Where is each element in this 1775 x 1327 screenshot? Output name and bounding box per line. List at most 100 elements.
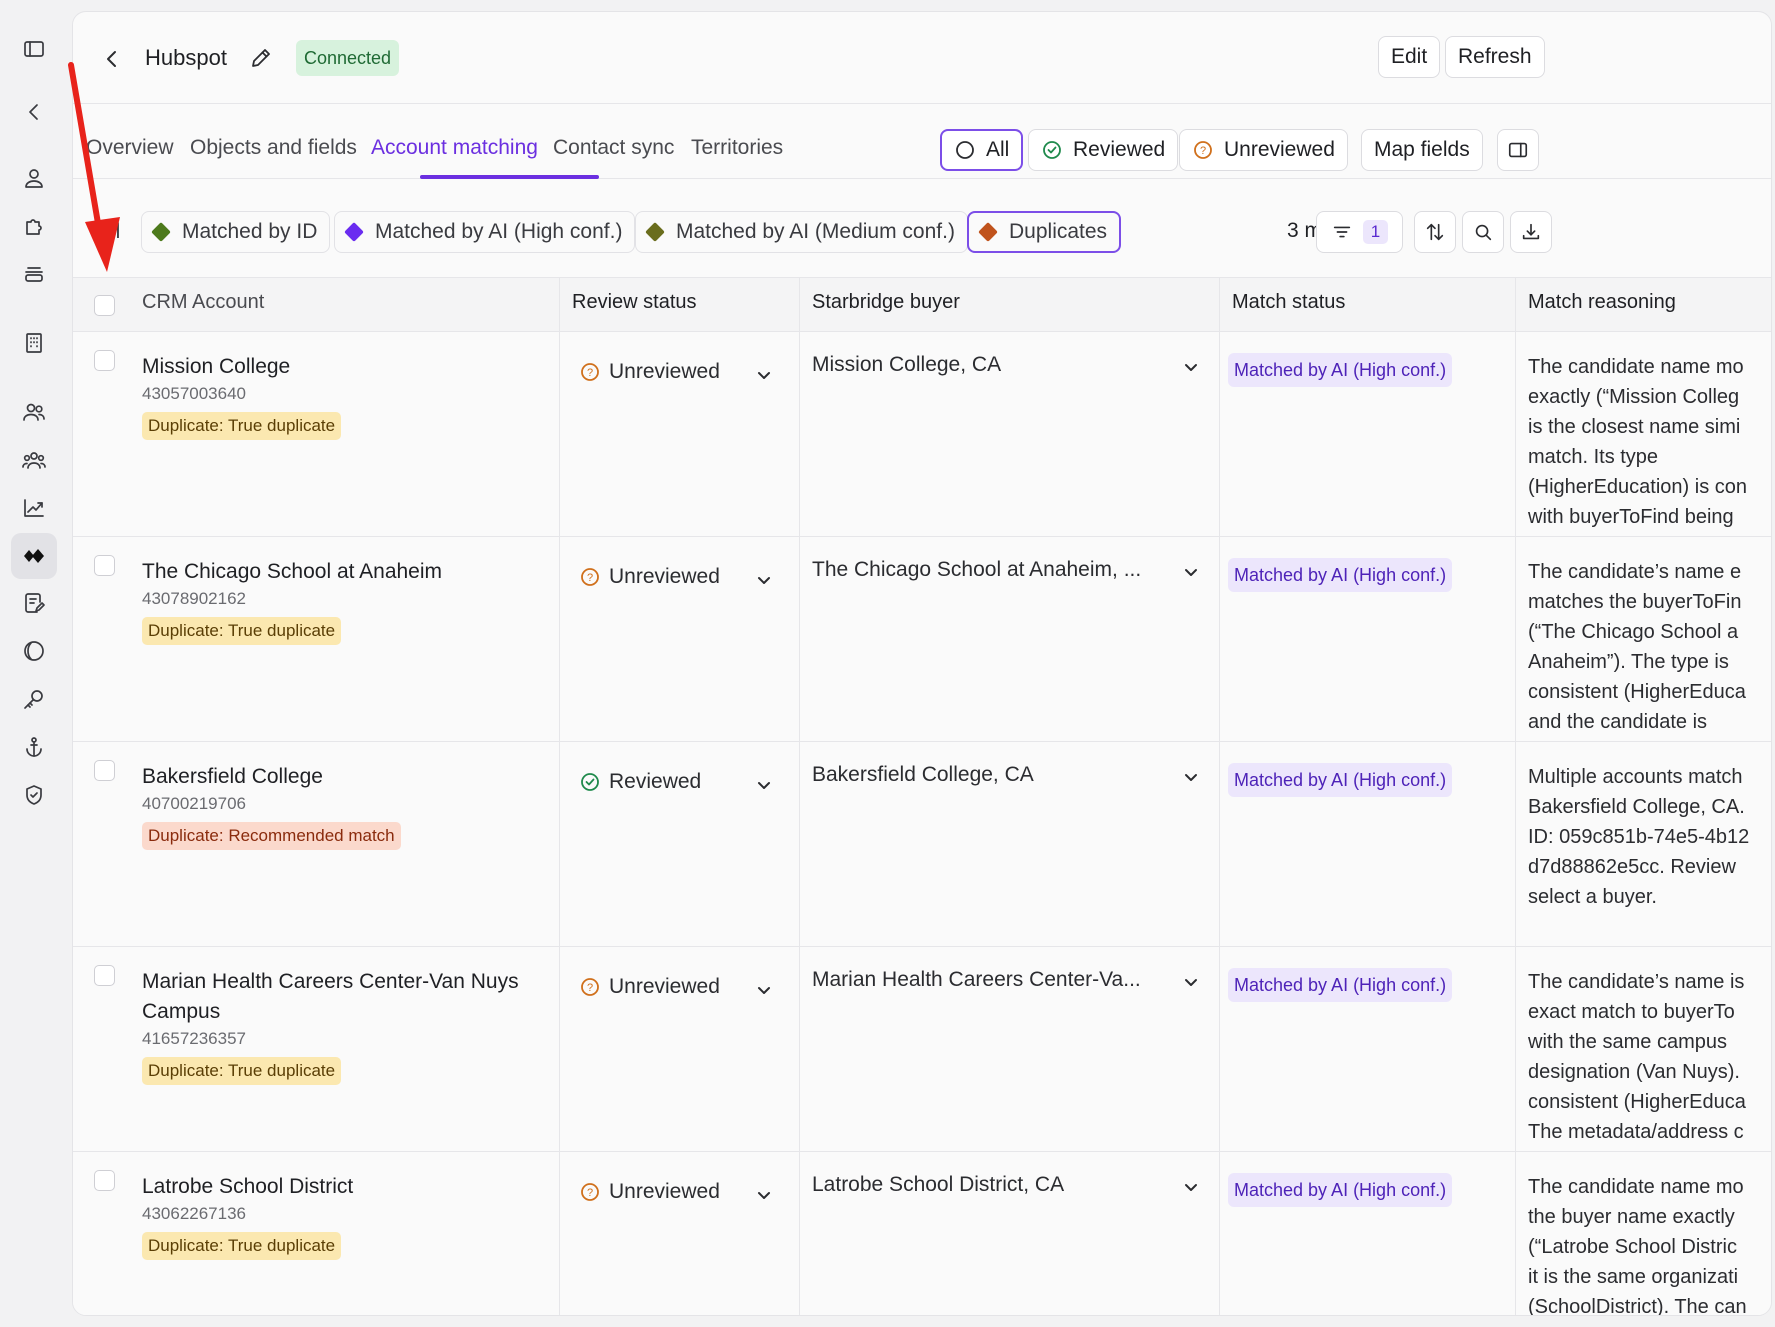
review-filter-all[interactable]: All (940, 129, 1024, 171)
tab-account-matching[interactable]: Account matching (371, 136, 538, 160)
row-checkbox[interactable] (94, 1170, 115, 1191)
chevron-down-icon[interactable] (1183, 1179, 1199, 1195)
crm-account-cell: Mission College 43057003640 Duplicate: Tru… (142, 352, 542, 440)
table-row[interactable]: Marian Health Careers Center-Van Nuys Ca… (73, 947, 1771, 1152)
review-status-dropdown[interactable]: Reviewed (579, 770, 701, 794)
match-filter-duplicates[interactable]: Duplicates (967, 211, 1122, 253)
globe-icon[interactable] (11, 628, 57, 674)
filter-button[interactable]: 1 (1316, 211, 1403, 253)
review-status-dropdown[interactable]: ? Unreviewed (579, 1180, 720, 1204)
download-button[interactable] (1510, 211, 1552, 253)
match-filter-label: Matched by ID (182, 220, 318, 243)
row-checkbox[interactable] (94, 760, 115, 781)
column-header-review-status[interactable]: Review status (572, 291, 697, 314)
chevron-down-icon[interactable] (1183, 359, 1199, 375)
layers-icon[interactable] (11, 251, 57, 297)
panel-toggle-button[interactable] (1497, 129, 1539, 171)
sidebar-toggle-icon[interactable] (11, 26, 57, 72)
building-icon[interactable] (11, 320, 57, 366)
collapse-chevron-icon[interactable] (11, 89, 57, 135)
tab-objects-and-fields[interactable]: Objects and fields (190, 136, 357, 160)
chevron-down-icon[interactable] (1183, 769, 1199, 785)
table-row[interactable]: The Chicago School at Anaheim 43078902162… (73, 537, 1771, 742)
starbridge-buyer-select[interactable]: Bakersfield College, CA (812, 763, 1034, 787)
trending-chart-icon[interactable] (11, 485, 57, 531)
account-name[interactable]: Marian Health Careers Center-Van Nuys Ca… (142, 967, 542, 1027)
match-filter-ai-medium[interactable]: Matched by AI (Medium conf.) (635, 211, 968, 253)
question-circle-icon: ? (1194, 141, 1212, 159)
table-header: CRM Account Review status Starbridge buy… (73, 277, 1771, 332)
review-status-dropdown[interactable]: ? Unreviewed (579, 975, 720, 999)
select-all-checkbox[interactable] (94, 295, 115, 316)
account-name[interactable]: Latrobe School District (142, 1172, 542, 1202)
tab-contact-sync[interactable]: Contact sync (553, 136, 674, 160)
review-status-label: Unreviewed (609, 975, 720, 998)
starbridge-buyer-select[interactable]: Latrobe School District, CA (812, 1173, 1064, 1197)
column-header-starbridge-buyer[interactable]: Starbridge buyer (812, 291, 960, 314)
match-filter-ai-high[interactable]: Matched by AI (High conf.) (334, 211, 636, 253)
table-row[interactable]: Latrobe School District 43062267136 Duplic… (73, 1152, 1771, 1316)
column-header-match-status[interactable]: Match status (1232, 291, 1345, 314)
review-filter-unreviewed[interactable]: ? Unreviewed (1179, 129, 1348, 171)
column-header-crm-account[interactable]: CRM Account (142, 291, 264, 314)
sort-button[interactable] (1414, 211, 1456, 253)
account-matching-icon[interactable] (11, 533, 57, 579)
starbridge-buyer-select[interactable]: The Chicago School at Anaheim, ... (812, 558, 1141, 582)
map-fields-button[interactable]: Map fields (1361, 129, 1483, 171)
account-name[interactable]: Mission College (142, 352, 542, 382)
map-fields-label: Map fields (1374, 138, 1470, 161)
chevron-down-icon[interactable] (756, 367, 772, 383)
account-name[interactable]: The Chicago School at Anaheim (142, 557, 542, 587)
match-filter-label: All (97, 220, 121, 243)
edit-button[interactable]: Edit (1378, 36, 1441, 78)
review-status-dropdown[interactable]: ? Unreviewed (579, 565, 720, 589)
table-row[interactable]: Mission College 43057003640 Duplicate: Tru… (73, 332, 1771, 537)
duplicate-badge: Duplicate: True duplicate (142, 1057, 342, 1085)
puzzle-icon[interactable] (11, 203, 57, 249)
review-filter-reviewed[interactable]: Reviewed (1028, 129, 1179, 171)
contacts-icon[interactable] (11, 389, 57, 435)
account-name[interactable]: Bakersfield College (142, 762, 542, 792)
tab-territories[interactable]: Territories (691, 136, 783, 160)
search-button[interactable] (1462, 211, 1504, 253)
sidebar-right-icon (1508, 142, 1528, 158)
shield-check-icon[interactable] (11, 772, 57, 818)
check-circle-icon (581, 773, 599, 791)
row-checkbox[interactable] (94, 350, 115, 371)
column-divider (799, 277, 800, 1315)
pencil-edit-icon[interactable] (249, 46, 275, 72)
table-row[interactable]: Bakersfield College 40700219706 Duplicate:… (73, 742, 1771, 947)
duplicate-badge: Duplicate: True duplicate (142, 412, 342, 440)
row-checkbox[interactable] (94, 965, 115, 986)
chevron-down-icon[interactable] (756, 982, 772, 998)
sort-arrows-icon (1426, 223, 1444, 241)
review-filter-label: Reviewed (1073, 138, 1166, 161)
chevron-down-icon[interactable] (1183, 564, 1199, 580)
refresh-button[interactable]: Refresh (1445, 36, 1545, 78)
match-reasoning-text: The candidate’s name e matches the buyer… (1528, 561, 1746, 733)
starbridge-buyer-select[interactable]: Mission College, CA (812, 353, 1001, 377)
tab-overview[interactable]: Overview (86, 136, 174, 160)
match-reasoning-text: The candidate name mo the buyer name exa… (1528, 1176, 1747, 1316)
starbridge-buyer-select[interactable]: Marian Health Careers Center-Va... (812, 968, 1141, 992)
match-filter-all[interactable]: All (85, 211, 132, 253)
chevron-down-icon[interactable] (756, 1187, 772, 1203)
review-status-dropdown[interactable]: ? Unreviewed (579, 360, 720, 384)
question-circle-icon: ? (581, 363, 599, 381)
match-filter-matched-by-id[interactable]: Matched by ID (141, 211, 331, 253)
chevron-down-icon[interactable] (756, 572, 772, 588)
team-icon[interactable] (11, 437, 57, 483)
page-title: Hubspot (145, 45, 227, 70)
key-icon[interactable] (11, 676, 57, 722)
back-chevron-icon[interactable] (101, 48, 123, 70)
row-checkbox[interactable] (94, 555, 115, 576)
match-status-badge: Matched by AI (High conf.) (1228, 968, 1453, 1002)
match-filter-label: Matched by AI (Medium conf.) (676, 220, 955, 243)
chevron-down-icon[interactable] (1183, 974, 1199, 990)
match-status-badge: Matched by AI (High conf.) (1228, 1173, 1453, 1207)
document-edit-icon[interactable] (11, 580, 57, 626)
anchor-icon[interactable] (11, 724, 57, 770)
user-icon[interactable] (11, 155, 57, 201)
column-header-match-reasoning[interactable]: Match reasoning (1528, 291, 1676, 314)
chevron-down-icon[interactable] (756, 777, 772, 793)
